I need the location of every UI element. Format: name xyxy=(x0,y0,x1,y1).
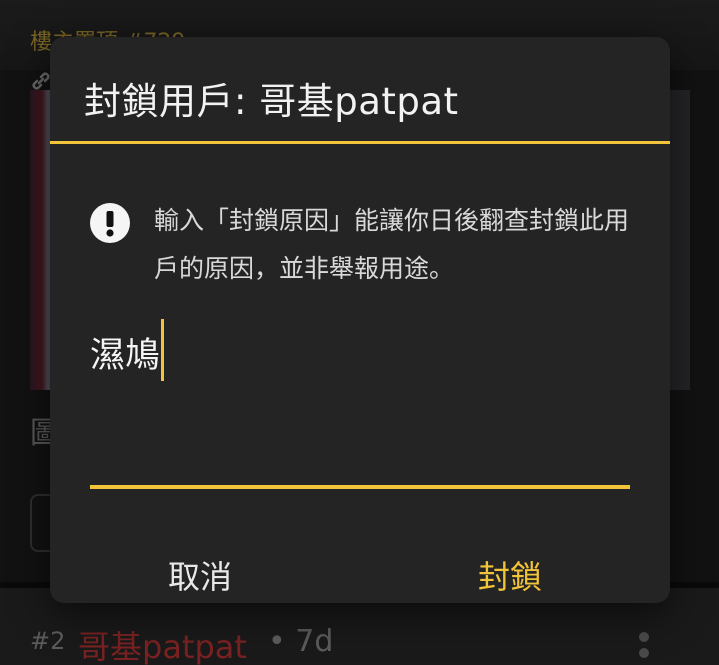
more-vertical-icon xyxy=(636,632,652,665)
block-reason-text: 濕鳩 xyxy=(90,336,161,376)
block-reason-value: 濕鳩 xyxy=(90,319,165,384)
link-icon xyxy=(30,70,52,92)
post-author: 哥基patpat xyxy=(78,628,247,665)
post-number: #2 xyxy=(30,627,66,655)
block-user-dialog: 封鎖用戶: 哥基patpat 輸入「封鎖原因」能讓你日後翻查封鎖此用戶的原因，並… xyxy=(50,37,670,603)
screen: 樓主置頂 #729 圖 #2 哥基patpat • 7d 封鎖用戶: 哥基pat… xyxy=(0,0,719,665)
block-reason-input[interactable]: 濕鳩 xyxy=(90,317,630,492)
dialog-title: 封鎖用戶: 哥基patpat xyxy=(84,80,459,123)
text-caret xyxy=(161,319,165,381)
notice-text: 輸入「封鎖原因」能讓你日後翻查封鎖此用戶的原因，並非舉報用途。 xyxy=(154,206,630,283)
title-divider xyxy=(50,141,670,144)
exclamation-icon xyxy=(90,203,130,243)
cancel-button[interactable]: 取消 xyxy=(168,557,232,597)
input-underline xyxy=(90,485,630,489)
block-button[interactable]: 封鎖 xyxy=(478,557,542,597)
post-time: • 7d xyxy=(268,624,334,659)
